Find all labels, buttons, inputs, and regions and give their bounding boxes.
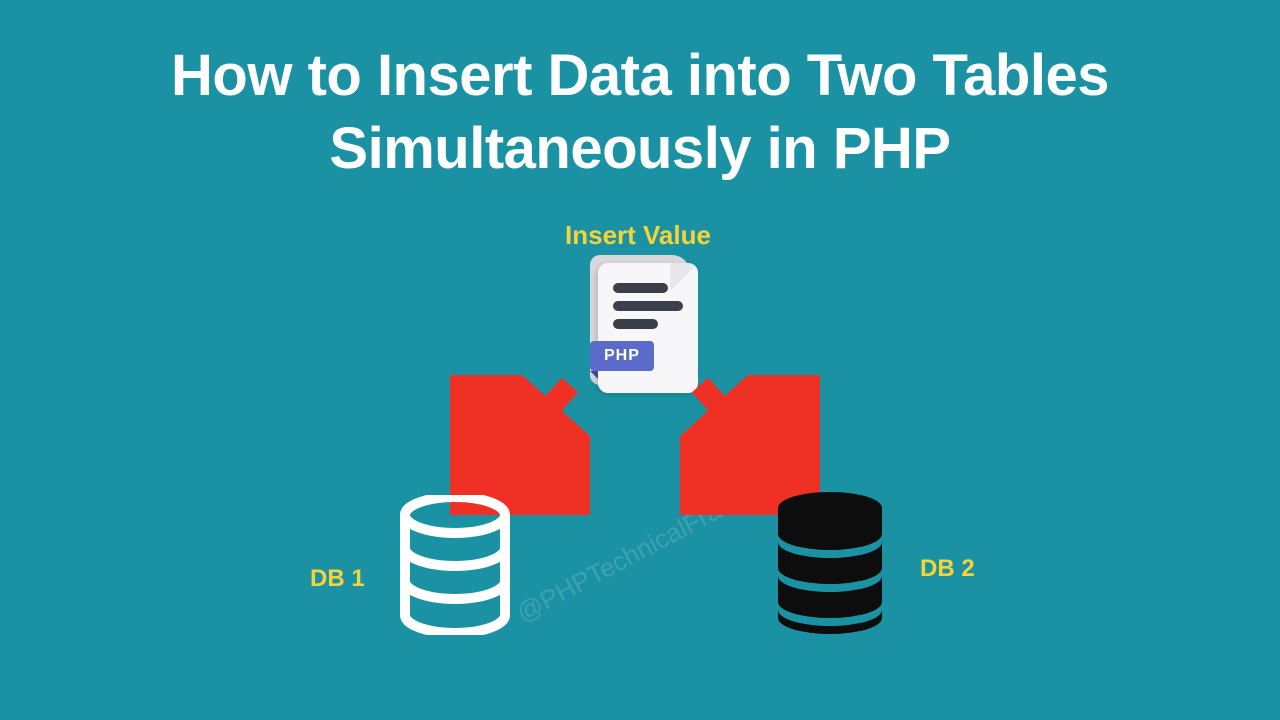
insert-value-label: Insert Value	[565, 220, 711, 251]
db2-label: DB 2	[920, 555, 975, 583]
database-left-icon	[395, 495, 515, 635]
db1-label: DB 1	[310, 565, 365, 593]
database-right-icon	[770, 490, 890, 630]
php-file-icon: PHP	[580, 255, 700, 395]
arrow-left-icon	[450, 375, 590, 515]
page-title: How to Insert Data into Two Tables Simul…	[0, 0, 1280, 185]
diagram-container: @PHPTechnicalFramework Insert Value PHP	[0, 195, 1280, 655]
php-badge-label: PHP	[590, 341, 654, 371]
